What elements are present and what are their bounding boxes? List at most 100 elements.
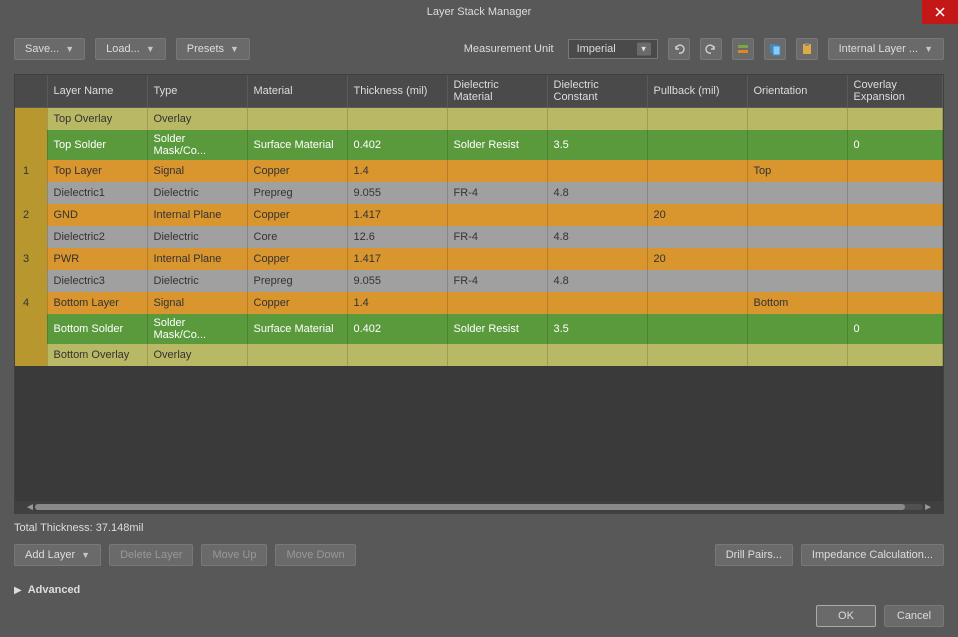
col-number-header[interactable] [15,75,47,108]
col-orientation-header[interactable]: Orientation [747,75,847,108]
scroll-right-icon[interactable]: ► [923,502,933,513]
move-down-button[interactable]: Move Down [275,544,355,566]
cell-dconstant[interactable]: 4.8 [547,270,647,292]
cell-coverlay[interactable]: 0 [847,314,943,344]
table-row[interactable]: Dielectric2DielectricCore12.6FR-44.8 [15,226,943,248]
cell-thickness[interactable]: 0.402 [347,130,447,160]
drill-pairs-button[interactable]: Drill Pairs... [715,544,793,566]
cell-coverlay[interactable] [847,292,943,314]
table-row[interactable]: Dielectric3DielectricPrepreg9.055FR-44.8 [15,270,943,292]
cell-orientation[interactable] [747,204,847,226]
cell-dconstant[interactable] [547,160,647,182]
cell-material[interactable]: Copper [247,204,347,226]
cell-orientation[interactable] [747,270,847,292]
cell-pullback[interactable] [647,270,747,292]
internal-layer-button[interactable]: Internal Layer ...▼ [828,38,944,60]
cell-num[interactable]: 1 [15,160,47,182]
cell-name[interactable]: Bottom Solder [47,314,147,344]
presets-button[interactable]: Presets▼ [176,38,250,60]
cell-coverlay[interactable] [847,248,943,270]
cell-material[interactable] [247,108,347,130]
cell-num[interactable] [15,270,47,292]
cell-dconstant[interactable]: 3.5 [547,314,647,344]
cell-material[interactable]: Core [247,226,347,248]
cell-dmaterial[interactable] [447,108,547,130]
cell-dconstant[interactable]: 4.8 [547,226,647,248]
table-row[interactable]: 3PWRInternal PlaneCopper1.41720 [15,248,943,270]
cell-name[interactable]: PWR [47,248,147,270]
col-thickness-header[interactable]: Thickness (mil) [347,75,447,108]
table-row[interactable]: Top OverlayOverlay [15,108,943,130]
cell-coverlay[interactable] [847,344,943,366]
ok-button[interactable]: OK [816,605,876,627]
cell-coverlay[interactable] [847,226,943,248]
cell-orientation[interactable] [747,108,847,130]
tool-button-1[interactable] [732,38,754,60]
cell-material[interactable]: Prepreg [247,182,347,204]
save-button[interactable]: Save...▼ [14,38,85,60]
cancel-button[interactable]: Cancel [884,605,944,627]
table-row[interactable]: Bottom OverlayOverlay [15,344,943,366]
move-up-button[interactable]: Move Up [201,544,267,566]
cell-num[interactable] [15,108,47,130]
cell-dmaterial[interactable]: Solder Resist [447,314,547,344]
tool-button-2[interactable] [764,38,786,60]
cell-dconstant[interactable]: 4.8 [547,182,647,204]
impedance-calc-button[interactable]: Impedance Calculation... [801,544,944,566]
cell-thickness[interactable] [347,108,447,130]
cell-pullback[interactable] [647,160,747,182]
cell-pullback[interactable] [647,130,747,160]
col-material-header[interactable]: Material [247,75,347,108]
cell-name[interactable]: Dielectric2 [47,226,147,248]
cell-coverlay[interactable] [847,182,943,204]
cell-name[interactable]: Dielectric1 [47,182,147,204]
cell-material[interactable]: Surface Material [247,130,347,160]
cell-type[interactable]: Overlay [147,344,247,366]
cell-pullback[interactable] [647,344,747,366]
cell-coverlay[interactable] [847,270,943,292]
cell-thickness[interactable] [347,344,447,366]
cell-material[interactable]: Copper [247,248,347,270]
cell-coverlay[interactable] [847,204,943,226]
cell-coverlay[interactable]: 0 [847,130,943,160]
cell-num[interactable]: 2 [15,204,47,226]
advanced-section-toggle[interactable]: ▶ Advanced [14,584,944,596]
cell-thickness[interactable]: 12.6 [347,226,447,248]
cell-name[interactable]: Bottom Layer [47,292,147,314]
table-row[interactable]: Bottom SolderSolder Mask/Co...Surface Ma… [15,314,943,344]
col-dmaterial-header[interactable]: Dielectric Material [447,75,547,108]
cell-pullback[interactable]: 20 [647,204,747,226]
cell-thickness[interactable]: 0.402 [347,314,447,344]
cell-orientation[interactable]: Top [747,160,847,182]
tool-button-3[interactable] [796,38,818,60]
cell-name[interactable]: Dielectric3 [47,270,147,292]
cell-dconstant[interactable] [547,344,647,366]
cell-dmaterial[interactable] [447,292,547,314]
cell-name[interactable]: Bottom Overlay [47,344,147,366]
cell-thickness[interactable]: 9.055 [347,182,447,204]
cell-orientation[interactable] [747,314,847,344]
cell-dmaterial[interactable]: FR-4 [447,226,547,248]
scrollbar-thumb[interactable] [35,504,905,510]
cell-type[interactable]: Overlay [147,108,247,130]
cell-material[interactable]: Prepreg [247,270,347,292]
cell-name[interactable]: Top Solder [47,130,147,160]
cell-dconstant[interactable] [547,248,647,270]
cell-type[interactable]: Signal [147,292,247,314]
cell-coverlay[interactable] [847,108,943,130]
table-row[interactable]: Top SolderSolder Mask/Co...Surface Mater… [15,130,943,160]
cell-orientation[interactable]: Bottom [747,292,847,314]
col-coverlay-header[interactable]: Coverlay Expansion [847,75,943,108]
col-dconstant-header[interactable]: Dielectric Constant [547,75,647,108]
cell-dconstant[interactable] [547,108,647,130]
cell-dmaterial[interactable]: Solder Resist [447,130,547,160]
cell-coverlay[interactable] [847,160,943,182]
cell-dmaterial[interactable] [447,204,547,226]
cell-dmaterial[interactable]: FR-4 [447,270,547,292]
cell-orientation[interactable] [747,130,847,160]
col-name-header[interactable]: Layer Name [47,75,147,108]
table-row[interactable]: 1Top LayerSignalCopper1.4Top [15,160,943,182]
cell-dmaterial[interactable] [447,344,547,366]
cell-thickness[interactable]: 1.417 [347,248,447,270]
cell-material[interactable]: Copper [247,160,347,182]
